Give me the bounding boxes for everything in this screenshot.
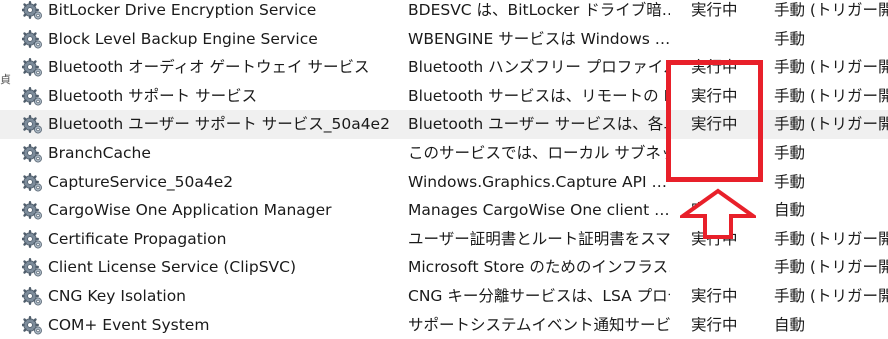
service-name: CargoWise One Application Manager (48, 201, 332, 220)
service-startup-type: 手動 (トリガー開始) (774, 229, 888, 248)
service-row[interactable]: BitLocker Drive Encryption Service BDESV… (0, 0, 888, 25)
service-startup-type: 手動 (トリガー開始) (774, 86, 888, 105)
gear-icon (22, 86, 42, 106)
gear-icon (22, 58, 42, 77)
service-name: COM+ Event System (48, 315, 210, 334)
service-startup-type: 自動 (774, 201, 806, 220)
service-row[interactable]: Client License Service (ClipSVC) Microso… (0, 253, 888, 282)
service-description: Manages CargoWise One client … (408, 201, 670, 220)
service-row[interactable]: COM+ Event System サポートシステムイベント通知サービ… 実行中… (0, 311, 888, 339)
gear-icon (22, 29, 42, 49)
service-startup-type: 手動 (トリガー開始) (774, 1, 888, 19)
annotation-highlight-box (666, 60, 763, 182)
service-name: Client License Service (ClipSVC) (48, 258, 297, 277)
gear-icon (22, 315, 42, 334)
service-description: ユーザー証明書とルート証明書をスマ… (408, 229, 670, 248)
service-name: CNG Key Isolation (48, 286, 187, 305)
service-description: Microsoft Store のためのインフラス… (408, 258, 670, 277)
service-description: CNG キー分離サービスは、LSA プロセ… (408, 286, 670, 305)
service-description: サポートシステムイベント通知サービ… (408, 315, 670, 334)
service-name: Bluetooth ユーザー サポート サービス_50a4e2 (48, 115, 390, 134)
service-description: BDESVC は、BitLocker ドライブ暗… (408, 1, 670, 19)
gear-icon (22, 115, 42, 134)
service-startup-type: 手動 (トリガー開始) (774, 58, 888, 77)
service-description: Windows.Graphics.Capture API … (408, 172, 667, 191)
service-name: BranchCache (48, 143, 151, 162)
service-startup-type: 手動 (774, 29, 806, 48)
gear-icon (22, 229, 42, 249)
service-status: 実行中 (691, 1, 738, 19)
service-name: Bluetooth サポート サービス (48, 86, 258, 105)
gear-icon (22, 1, 42, 20)
service-name: CaptureService_50a4e2 (48, 172, 234, 191)
annotation-up-arrow (680, 188, 756, 239)
gear-icon (22, 258, 42, 277)
service-row[interactable]: Block Level Backup Engine Service WBENGI… (0, 25, 888, 54)
service-name: BitLocker Drive Encryption Service (48, 1, 317, 19)
service-row[interactable]: CNG Key Isolation CNG キー分離サービスは、LSA プロセ…… (0, 282, 888, 311)
gear-icon (22, 143, 42, 163)
gear-icon (22, 286, 42, 306)
service-startup-type: 自動 (774, 315, 806, 334)
gear-icon (22, 201, 42, 220)
service-name: Certificate Propagation (48, 229, 227, 248)
service-startup-type: 手動 (774, 172, 806, 191)
service-startup-type: 手動 (トリガー開始) (774, 258, 888, 277)
service-startup-type: 手動 (トリガー開始) (774, 286, 888, 305)
service-description: WBENGINE サービスは Windows … (408, 29, 670, 48)
service-name: Bluetooth オーディオ ゲートウェイ サービス (48, 58, 370, 77)
service-name: Block Level Backup Engine Service (48, 29, 318, 48)
service-status: 実行中 (691, 286, 738, 305)
service-description: Bluetooth ハンズフリー プロファイルの… (408, 58, 670, 77)
service-startup-type: 手動 (774, 143, 806, 162)
gear-icon (22, 172, 42, 192)
service-description: Bluetooth サービスは、リモートの Bl… (408, 86, 670, 105)
service-description: このサービスでは、ローカル サブネット… (408, 143, 670, 162)
service-status: 実行中 (691, 315, 738, 334)
service-startup-type: 手動 (トリガー開始) (774, 115, 888, 134)
service-description: Bluetooth ユーザー サービスは、各ユ… (408, 115, 670, 134)
